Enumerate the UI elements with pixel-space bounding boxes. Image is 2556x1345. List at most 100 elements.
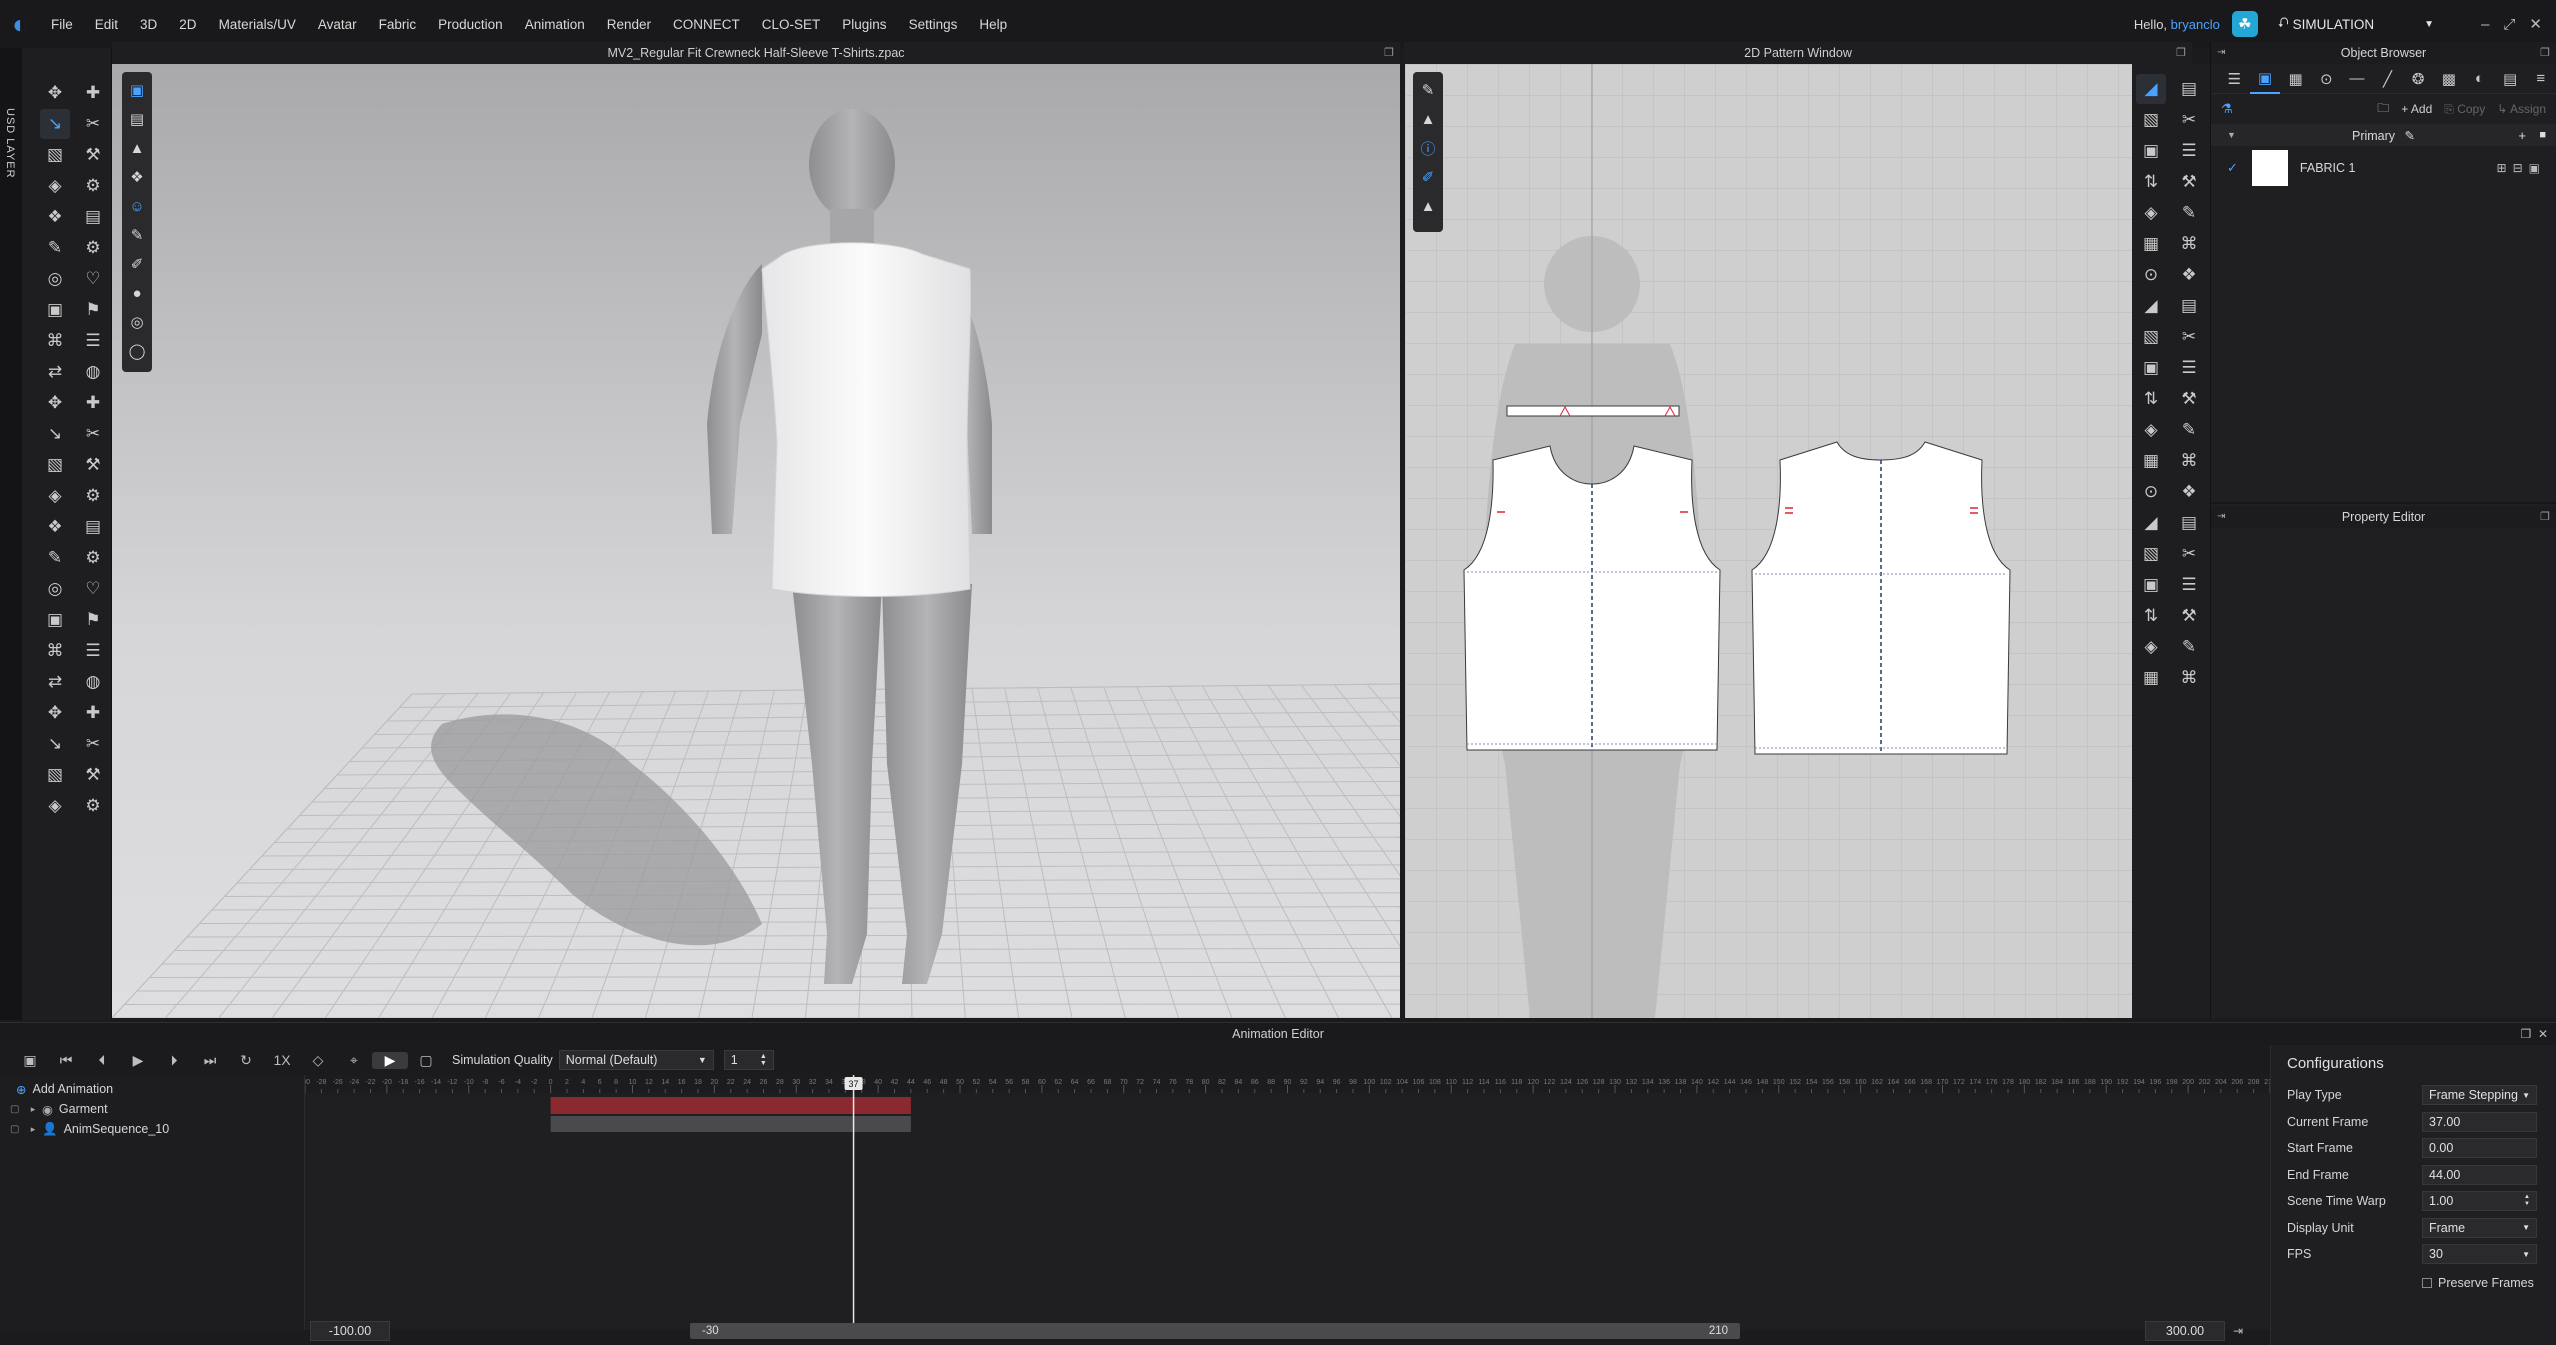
- 2d-tool-icon[interactable]: ▣: [2136, 570, 2166, 600]
- add-fabric-icon[interactable]: +: [2518, 128, 2526, 143]
- 2d-view-icon[interactable]: ✎: [1413, 76, 1443, 104]
- playback-speed[interactable]: 1X: [264, 1052, 300, 1068]
- 3d-tool-icon[interactable]: ▧: [40, 450, 70, 480]
- 2d-tool-icon[interactable]: ◈: [2136, 415, 2166, 445]
- loop-icon[interactable]: ↻: [228, 1052, 264, 1069]
- 3d-tool-icon[interactable]: ◍: [78, 667, 108, 697]
- timeline-scrollbar[interactable]: -30 210: [690, 1323, 1740, 1339]
- 3d-tool-icon[interactable]: ✂: [78, 729, 108, 759]
- 2d-tool-icon[interactable]: ✂: [2174, 105, 2204, 135]
- 3d-tool-icon[interactable]: ✥: [40, 78, 70, 108]
- pattern-piece-back[interactable]: [1751, 441, 2011, 755]
- undock-icon[interactable]: ❐: [2176, 42, 2186, 64]
- 3d-tool-icon[interactable]: ✥: [40, 388, 70, 418]
- stepper-arrows-icon[interactable]: ▲ ▼: [2524, 1194, 2530, 1208]
- 3d-tool-icon[interactable]: ⚑: [78, 295, 108, 325]
- menu-clo-set[interactable]: CLO-SET: [751, 17, 832, 32]
- fabric-swatch[interactable]: [2251, 150, 2288, 186]
- config-value-field[interactable]: 0.00: [2422, 1138, 2537, 1159]
- check-icon[interactable]: ✓: [2227, 160, 2238, 176]
- 3d-tool-icon[interactable]: ⚒: [78, 450, 108, 480]
- 2d-tool-icon[interactable]: ☰: [2174, 570, 2204, 600]
- folder-icon[interactable]: ■: [2539, 129, 2546, 141]
- 2d-tool-icon[interactable]: ✎: [2174, 415, 2204, 445]
- play-icon[interactable]: ▶: [120, 1052, 156, 1069]
- 3d-tool-icon[interactable]: ◎: [40, 574, 70, 604]
- 2d-tool-icon[interactable]: ▦: [2136, 663, 2166, 693]
- 3d-tool-icon[interactable]: ▧: [40, 140, 70, 170]
- 3d-tool-icon[interactable]: ▤: [78, 202, 108, 232]
- 3d-tool-icon[interactable]: ⇄: [40, 667, 70, 697]
- menu-3d[interactable]: 3D: [129, 17, 168, 32]
- 3d-tool-icon[interactable]: ❖: [40, 512, 70, 542]
- menu-fabric[interactable]: Fabric: [368, 17, 428, 32]
- undock-icon[interactable]: ❐: [1384, 42, 1394, 64]
- 3d-tool-icon[interactable]: ⚙: [78, 543, 108, 573]
- 3d-tool-icon[interactable]: ⌘: [40, 636, 70, 666]
- pattern-piece-collar[interactable]: [1506, 405, 1680, 417]
- 3d-tool-icon[interactable]: ✎: [40, 543, 70, 573]
- object-browser-tab-icon[interactable]: ☰: [2219, 64, 2250, 94]
- menu-edit[interactable]: Edit: [84, 17, 129, 32]
- add-button[interactable]: + Add: [2401, 102, 2432, 116]
- 3d-tool-icon[interactable]: ◈: [40, 481, 70, 511]
- checkbox-icon[interactable]: [2422, 1277, 2432, 1288]
- primary-group-row[interactable]: ▼ Primary ✎ + ■: [2211, 124, 2556, 146]
- 2d-view-icon[interactable]: ✐: [1413, 163, 1443, 191]
- track-garment[interactable]: ▢ ▸ ◉ Garment: [0, 1099, 304, 1119]
- 3d-tool-icon[interactable]: ⇄: [40, 357, 70, 387]
- video-capture-icon[interactable]: ▶: [372, 1051, 408, 1069]
- object-browser-tab-icon[interactable]: ≡: [2525, 64, 2556, 94]
- 2d-tool-icon[interactable]: ▤: [2174, 74, 2204, 104]
- config-value-field[interactable]: Frame ▼: [2422, 1217, 2537, 1238]
- object-browser-tab-icon[interactable]: ╱: [2372, 64, 2403, 94]
- object-browser-tab-icon[interactable]: ◐: [2464, 64, 2495, 94]
- menu-production[interactable]: Production: [427, 17, 514, 32]
- assign-button[interactable]: ↳ Assign: [2497, 102, 2546, 116]
- 3d-view-icon[interactable]: ▣: [122, 76, 152, 104]
- menu-animation[interactable]: Animation: [514, 17, 596, 32]
- mode-select[interactable]: ⮏ SIMULATION ▼: [2278, 13, 2434, 36]
- config-value-field[interactable]: 37.00: [2422, 1111, 2537, 1132]
- 2d-tool-icon[interactable]: ☰: [2174, 353, 2204, 383]
- 2d-tool-icon[interactable]: ▣: [2136, 136, 2166, 166]
- menu-plugins[interactable]: Plugins: [831, 17, 897, 32]
- 3d-tool-icon[interactable]: ♡: [78, 574, 108, 604]
- record-icon[interactable]: ▣: [12, 1052, 48, 1069]
- collapse-icon[interactable]: ⇥: [2217, 42, 2225, 64]
- object-browser-tab-icon[interactable]: ▣: [2249, 64, 2281, 94]
- 3d-tool-icon[interactable]: ⚙: [78, 791, 108, 821]
- 3d-tool-icon[interactable]: ⚙: [78, 233, 108, 263]
- go-to-end-icon[interactable]: ⏭: [192, 1052, 228, 1069]
- object-browser-tab-icon[interactable]: ▤: [2495, 64, 2526, 94]
- 2d-tool-icon[interactable]: ⊙: [2136, 477, 2166, 507]
- menu-file[interactable]: File: [40, 17, 84, 32]
- config-value-field[interactable]: 30 ▼: [2422, 1244, 2537, 1265]
- 3d-tool-icon[interactable]: ☰: [78, 636, 108, 666]
- 3d-tool-icon[interactable]: ▤: [78, 512, 108, 542]
- expand-arrow-icon[interactable]: ▸: [24, 1104, 42, 1115]
- 3d-tool-icon[interactable]: ◈: [40, 791, 70, 821]
- 2d-tool-icon[interactable]: ✎: [2174, 198, 2204, 228]
- 2d-tool-icon[interactable]: ◈: [2136, 198, 2166, 228]
- 2d-tool-icon[interactable]: ▧: [2136, 105, 2166, 135]
- 3d-view-icon[interactable]: ❖: [122, 163, 152, 191]
- fit-view-icon[interactable]: ▢: [408, 1052, 444, 1069]
- 3d-view-icon[interactable]: ✎: [122, 221, 152, 249]
- close-icon[interactable]: ✕: [2538, 1027, 2548, 1041]
- 2d-tool-icon[interactable]: ⚒: [2174, 384, 2204, 414]
- clo-logo-icon[interactable]: ◐: [0, 0, 40, 48]
- 2d-tool-icon[interactable]: ⇅: [2136, 601, 2166, 631]
- expand-arrow-icon[interactable]: ▸: [24, 1124, 42, 1135]
- 3d-tool-icon[interactable]: ↘: [40, 419, 70, 449]
- fit-range-icon[interactable]: ⇥: [2233, 1324, 2243, 1338]
- 3d-view-icon[interactable]: ▲: [122, 134, 152, 162]
- 2d-tool-icon[interactable]: ✂: [2174, 539, 2204, 569]
- 3d-view-icon[interactable]: ▤: [122, 105, 152, 133]
- menu-render[interactable]: Render: [596, 17, 662, 32]
- 3d-tool-icon[interactable]: ▧: [40, 760, 70, 790]
- edit-icon[interactable]: ✎: [2405, 129, 2415, 143]
- 3d-tool-icon[interactable]: ✥: [40, 698, 70, 728]
- visibility-icon[interactable]: ▢: [10, 1124, 24, 1135]
- object-browser-tab-icon[interactable]: ❂: [2403, 64, 2434, 94]
